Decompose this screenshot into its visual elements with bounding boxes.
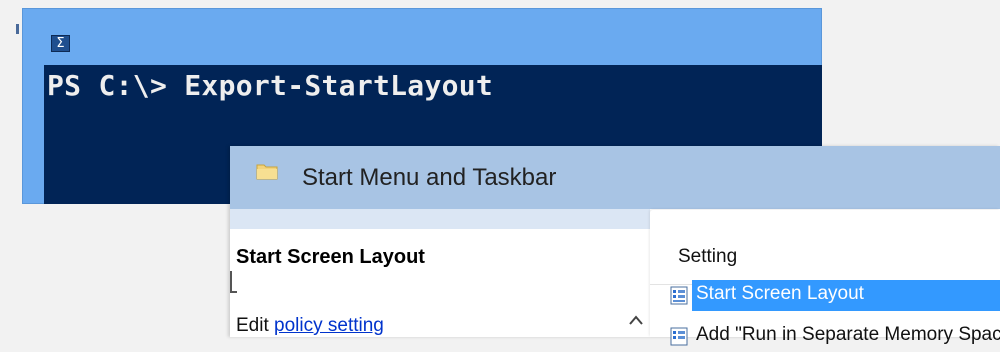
list-item-label: Add "Run in Separate Memory Space" <box>696 324 1000 345</box>
policy-setting-link[interactable]: policy setting <box>274 315 384 336</box>
folder-title: Start Menu and Taskbar <box>302 164 557 191</box>
policy-setting-icon <box>670 286 688 305</box>
list-item-label: Start Screen Layout <box>696 283 864 304</box>
powershell-icon[interactable]: Σ <box>51 35 70 52</box>
header-underbar <box>230 209 650 229</box>
edit-policy-line: Edit policy setting <box>236 315 384 337</box>
extended-description-pane: Start Screen Layout Edit policy setting <box>230 229 622 337</box>
command-line: PS C:\> Export-StartLayout <box>47 69 494 102</box>
folder-header-bar: Start Menu and Taskbar <box>230 146 1000 209</box>
folder-icon <box>256 164 278 180</box>
window-edge-fragment <box>16 24 19 34</box>
group-policy-window: Start Menu and Taskbar Start Screen Layo… <box>230 146 1000 346</box>
settings-list-pane: Setting Start Screen Layout Add "Run in … <box>650 210 1000 346</box>
column-header-setting[interactable]: Setting <box>678 246 737 268</box>
list-row-start-screen-layout[interactable]: Start Screen Layout <box>656 280 1000 311</box>
edit-prefix: Edit <box>236 315 269 336</box>
policy-heading: Start Screen Layout <box>236 246 425 268</box>
pane-bracket-decoration <box>230 271 237 293</box>
chevron-up-icon[interactable] <box>628 314 644 326</box>
